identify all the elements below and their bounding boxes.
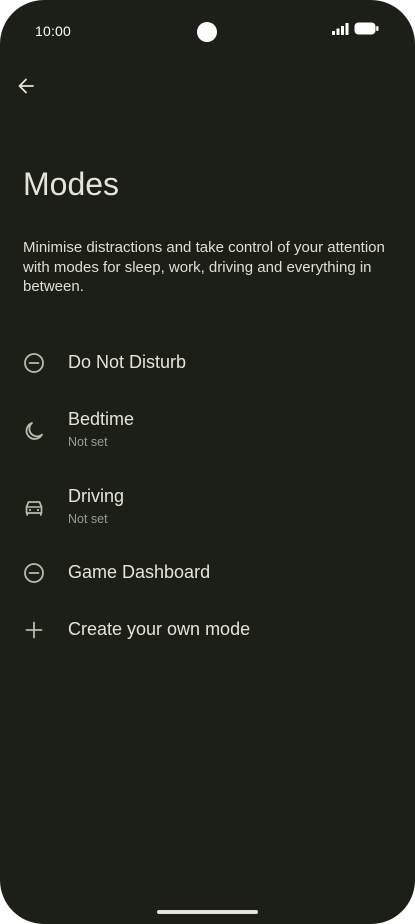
- create-mode-button[interactable]: Create your own mode: [0, 600, 415, 660]
- mode-item-do-not-disturb[interactable]: Do Not Disturb: [0, 333, 415, 393]
- mode-title: Bedtime: [68, 409, 135, 429]
- car-icon: [22, 495, 46, 519]
- mode-title: Create your own mode: [68, 619, 251, 639]
- camera-cutout: [197, 22, 217, 42]
- back-button[interactable]: [10, 72, 42, 104]
- mode-item-game-dashboard[interactable]: Game Dashboard: [0, 543, 415, 603]
- mode-title: Driving: [68, 486, 125, 506]
- mode-title: Do Not Disturb: [68, 352, 187, 372]
- arrow-back-icon: [17, 77, 35, 100]
- do-not-disturb-icon: [22, 561, 46, 585]
- mode-item-bedtime[interactable]: Bedtime Not set: [0, 399, 415, 459]
- status-time: 10:00: [35, 23, 72, 39]
- mode-title: Game Dashboard: [68, 562, 211, 582]
- home-indicator[interactable]: [157, 910, 258, 914]
- battery-icon: [354, 22, 379, 40]
- do-not-disturb-icon: [22, 351, 46, 375]
- mode-list: Do Not Disturb Bedtime Not set Driving N…: [0, 0, 415, 924]
- page-title: Modes: [23, 166, 120, 202]
- mode-item-driving[interactable]: Driving Not set: [0, 476, 415, 536]
- mode-subtitle: Not set: [68, 512, 108, 526]
- phone-screen: 10:00 Modes Minimise distractions and ta…: [0, 0, 415, 924]
- cellular-signal-icon: [332, 22, 349, 40]
- plus-icon: [22, 618, 46, 642]
- page-description: Minimise distractions and take control o…: [23, 239, 385, 295]
- status-bar: 10:00: [0, 0, 415, 64]
- mode-subtitle: Not set: [68, 435, 108, 449]
- status-icons: [332, 22, 379, 40]
- moon-icon: [22, 419, 46, 443]
